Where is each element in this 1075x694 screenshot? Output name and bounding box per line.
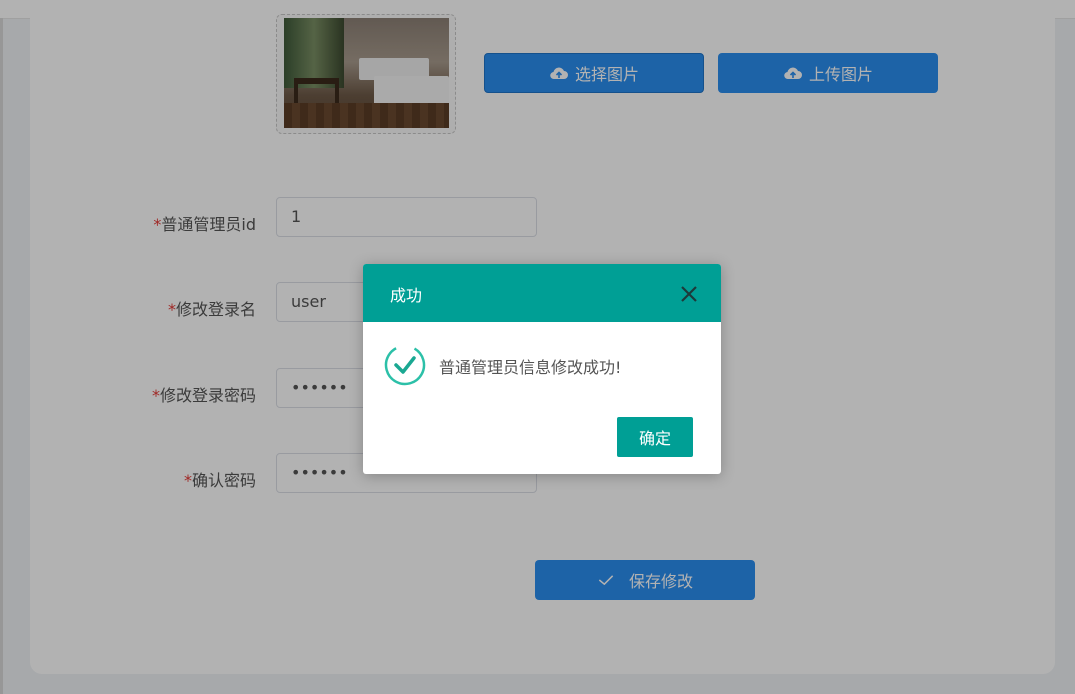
dialog-message: 普通管理员信息修改成功! — [439, 358, 622, 377]
confirm-button[interactable]: 确定 — [617, 417, 693, 457]
dialog-title: 成功 — [390, 286, 423, 305]
confirm-label: 确定 — [638, 429, 671, 448]
success-dialog: 成功 普通管理员信息修改成功! 确定 — [363, 264, 721, 474]
dialog-body: 普通管理员信息修改成功! 确定 — [363, 322, 721, 474]
dialog-header: 成功 — [363, 264, 721, 322]
success-check-icon — [384, 344, 426, 386]
close-icon[interactable] — [679, 284, 699, 304]
